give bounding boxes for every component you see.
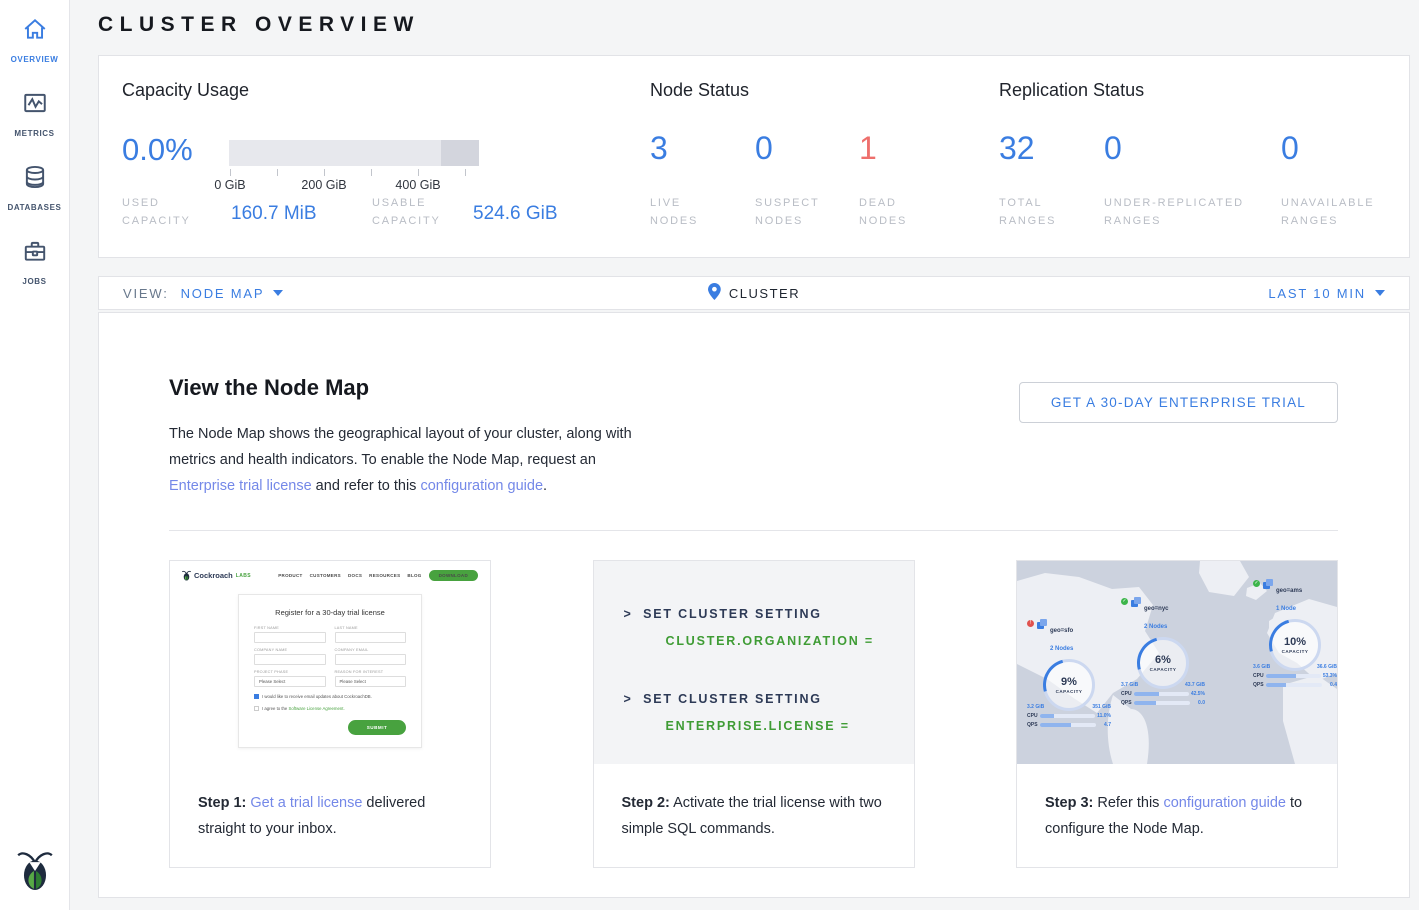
breadcrumb: CLUSTER [708, 283, 800, 303]
sidebar: OVERVIEW METRICS DATABASES [0, 0, 70, 910]
sidebar-item-label: JOBS [22, 277, 46, 286]
step1-caption: Step 1: Get a trial license delivered st… [170, 764, 490, 842]
sidebar-item-jobs[interactable]: JOBS [0, 222, 69, 296]
view-label: VIEW: [123, 286, 169, 301]
step2-card: > SET CLUSTER SETTING CLUSTER.ORGANIZATI… [593, 560, 915, 868]
step1-card: Cockroach LABS PRODUCT CUSTOMERS DOCS RE… [169, 560, 491, 868]
cockroach-labs-logo: Cockroach LABS [182, 570, 251, 581]
enterprise-trial-license-link[interactable]: Enterprise trial license [169, 478, 312, 494]
trial-site-screenshot: Cockroach LABS PRODUCT CUSTOMERS DOCS RE… [170, 561, 490, 764]
cockroach-bug-logo [17, 849, 53, 896]
status-dot-green: ✓ [1253, 580, 1260, 587]
checkbox-checked [254, 694, 259, 699]
total-ranges-count: 32 [999, 130, 1035, 167]
trial-site-nav: PRODUCT CUSTOMERS DOCS RESOURCES BLOG DO… [278, 570, 478, 581]
dead-nodes-count: 1 [859, 130, 877, 167]
chevron-down-icon [1375, 290, 1385, 296]
usable-capacity-label: USABLE [372, 197, 426, 209]
replication-status-title: Replication Status [999, 80, 1144, 101]
configuration-guide-link[interactable]: configuration guide [420, 478, 543, 494]
locality-sfo: ! geo=sfo2 Nodes 9%CAPACITY 3.2 GiB351 G… [1027, 619, 1111, 728]
step2-label: Step 2: [622, 795, 670, 811]
used-capacity-value: 160.7 MiB [231, 203, 317, 225]
usable-capacity-value: 524.6 GiB [473, 203, 558, 225]
live-nodes-count: 3 [650, 130, 668, 167]
metrics-icon [22, 90, 48, 121]
node-map-description: The Node Map shows the geographical layo… [169, 421, 649, 499]
sql-commands-image: > SET CLUSTER SETTING CLUSTER.ORGANIZATI… [594, 561, 914, 764]
home-icon [22, 16, 48, 47]
sidebar-item-label: METRICS [14, 129, 54, 138]
step1-label: Step 1: [198, 795, 246, 811]
unavailable-ranges-count: 0 [1281, 130, 1299, 167]
steps-row: Cockroach LABS PRODUCT CUSTOMERS DOCS RE… [169, 560, 1338, 868]
used-capacity-label: USED [122, 197, 160, 209]
node-cube-icon [1131, 597, 1141, 607]
sidebar-item-label: DATABASES [8, 203, 62, 212]
view-value: NODE MAP [181, 286, 265, 301]
page-title: CLUSTER OVERVIEW [98, 13, 420, 37]
sidebar-item-databases[interactable]: DATABASES [0, 148, 69, 222]
enterprise-trial-button[interactable]: GET A 30-DAY ENTERPRISE TRIAL [1019, 382, 1338, 423]
configuration-guide-link-2[interactable]: configuration guide [1163, 795, 1286, 811]
locality-ams: ✓ geo=ams1 Node 10%CAPACITY 3.6 GiB36.6 … [1253, 579, 1337, 688]
chevron-down-icon [273, 290, 283, 296]
gauge-tick-label: 0 GiB [214, 178, 245, 192]
status-dot-green: ✓ [1121, 598, 1128, 605]
status-dot-red: ! [1027, 620, 1034, 627]
step3-card: ! geo=sfo2 Nodes 9%CAPACITY 3.2 GiB351 G… [1016, 560, 1338, 868]
cluster-summary-panel: Capacity Usage 0.0% 0 GiB 200 GiB 400 Gi… [98, 55, 1410, 258]
node-status-title: Node Status [650, 80, 749, 101]
capacity-gauge-end-segment [441, 140, 479, 166]
capacity-percent: 0.0% [122, 132, 193, 168]
under-replicated-ranges-count: 0 [1104, 130, 1122, 167]
location-pin-icon [708, 283, 721, 303]
view-bar: VIEW: NODE MAP CLUSTER LAST 10 MIN [98, 276, 1410, 310]
time-range-selector[interactable]: LAST 10 MIN [1268, 286, 1385, 301]
checkbox-unchecked [254, 706, 259, 711]
databases-icon [22, 164, 48, 195]
get-trial-license-link[interactable]: Get a trial license [250, 795, 362, 811]
view-selector[interactable]: VIEW: NODE MAP [123, 286, 283, 301]
node-map-panel: View the Node Map The Node Map shows the… [98, 312, 1410, 898]
time-range-value: LAST 10 MIN [1268, 286, 1366, 301]
step3-caption: Step 3: Refer this configuration guide t… [1017, 764, 1337, 842]
node-cube-icon [1037, 619, 1047, 629]
gauge-tick-label: 200 GiB [301, 178, 346, 192]
step3-label: Step 3: [1045, 795, 1093, 811]
suspect-nodes-count: 0 [755, 130, 773, 167]
section-divider [169, 530, 1338, 531]
sidebar-item-metrics[interactable]: METRICS [0, 74, 69, 148]
main-content: CLUSTER OVERVIEW Capacity Usage 0.0% 0 G… [70, 0, 1419, 910]
capacity-gauge [229, 140, 479, 166]
node-cube-icon [1263, 579, 1273, 589]
gauge-tick-label: 400 GiB [395, 178, 440, 192]
breadcrumb-cluster: CLUSTER [729, 286, 800, 301]
node-map-preview-image: ! geo=sfo2 Nodes 9%CAPACITY 3.2 GiB351 G… [1017, 561, 1337, 764]
locality-nyc: ✓ geo=nyc2 Nodes 6%CAPACITY 3.7 GiB43.7 … [1121, 597, 1205, 706]
trial-register-form: Register for a 30-day trial license FIRS… [238, 594, 422, 748]
download-button-image: DOWNLOAD [429, 570, 478, 581]
step2-caption: Step 2: Activate the trial license with … [594, 764, 914, 842]
sidebar-item-label: OVERVIEW [11, 55, 59, 64]
node-map-title: View the Node Map [169, 375, 369, 401]
capacity-usage-title: Capacity Usage [122, 80, 249, 101]
sidebar-item-overview[interactable]: OVERVIEW [0, 0, 69, 74]
jobs-icon [22, 238, 48, 269]
submit-button-image: SUBMIT [348, 720, 406, 735]
